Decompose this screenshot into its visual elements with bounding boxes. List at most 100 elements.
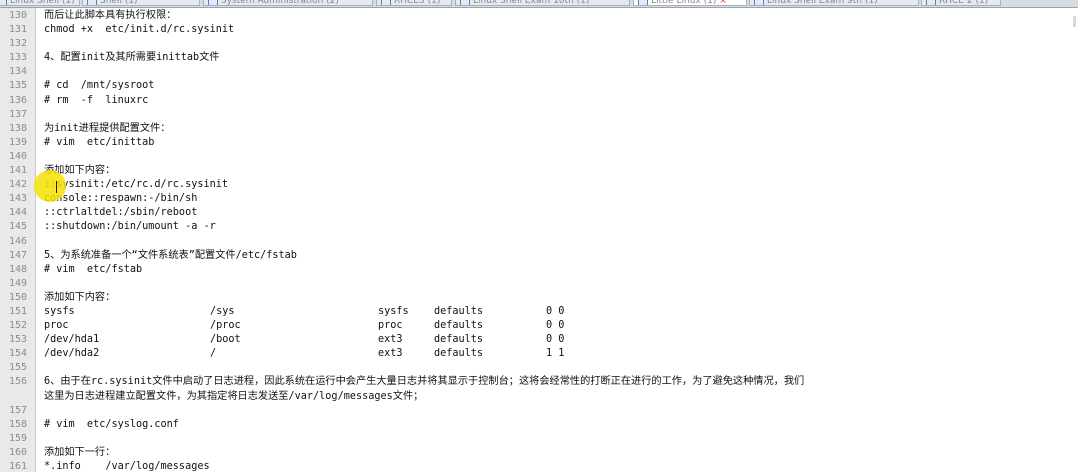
editor-line[interactable]: 144::ctrlaltdel:/sbin/reboot	[0, 206, 1078, 220]
fstab-field: 0 0	[546, 320, 565, 332]
editor-line[interactable]: 159	[0, 432, 1078, 446]
mouse-cursor-highlight	[34, 170, 66, 202]
fstab-field: proc	[44, 320, 69, 332]
editor-line[interactable]: 139 # vim etc/inittab	[0, 136, 1078, 150]
editor-line[interactable]: 148 # vim etc/fstab	[0, 263, 1078, 277]
line-number: 152	[8, 320, 27, 332]
line-number: 136	[8, 94, 27, 106]
fstab-field: /boot	[210, 334, 241, 346]
editor-line[interactable]: 157	[0, 404, 1078, 418]
editor-line[interactable]: 155	[0, 361, 1078, 375]
line-text: 添加如下内容：	[44, 291, 116, 303]
editor-line[interactable]: 152 proc/proc proc defaults 0 0	[0, 319, 1078, 333]
document-icon	[638, 0, 648, 5]
fstab-field: defaults	[434, 305, 484, 317]
line-text: 6、由于在rc.sysinit文件中启动了日志进程，因此系统在运行中会产生大量日…	[44, 376, 805, 388]
editor-line[interactable]: 158 # vim etc/syslog.conf	[0, 418, 1078, 432]
tab-item[interactable]: Shell (1)	[82, 0, 200, 6]
line-number: 137	[8, 108, 27, 120]
editor-line[interactable]: 142::sysinit:/etc/rc.d/rc.sysinit	[0, 178, 1078, 192]
tab-item[interactable]: Linux Shell Exam 9th (1)	[749, 0, 919, 6]
line-text: ::shutdown:/bin/umount -a -r	[44, 221, 216, 233]
tab-label: Linux Shell Exam 9th (1)	[767, 0, 878, 6]
line-text: ::sysinit:/etc/rc.d/rc.sysinit	[44, 179, 229, 191]
tab-label: RHCE5 (1)	[394, 0, 441, 6]
line-text: 添加如下一行：	[44, 446, 116, 458]
line-text: 这里为日志进程建立配置文件，为其指定将日志发送至/var/log/message…	[44, 390, 424, 402]
editor-line[interactable]: 145::shutdown:/bin/umount -a -r	[0, 220, 1078, 234]
line-number: 149	[8, 277, 27, 289]
line-number: 150	[8, 291, 27, 303]
editor-line[interactable]: 135 # cd /mnt/sysroot	[0, 79, 1078, 93]
editor-line[interactable]: 156 6、由于在rc.sysinit文件中启动了日志进程，因此系统在运行中会产生…	[0, 375, 1078, 389]
tab-label: Little Linux (1)	[651, 0, 717, 6]
line-number: 160	[8, 446, 27, 458]
tab-item[interactable]: RHCE 2 (1)	[921, 0, 1001, 6]
line-number: 140	[8, 150, 27, 162]
document-icon	[926, 0, 936, 5]
line-number: 145	[8, 221, 27, 233]
line-number: 133	[8, 52, 27, 64]
tab-label: Shell (1)	[100, 0, 138, 6]
line-text: 4、配置init及其所需要inittab文件	[44, 52, 220, 64]
editor-line[interactable]: 153/dev/hda1/boot ext3 defaults 0 0	[0, 333, 1078, 347]
line-text: 为init进程提供配置文件：	[44, 122, 171, 134]
line-number: 157	[8, 404, 27, 416]
fstab-field: /dev/hda2	[44, 348, 100, 360]
tab-item[interactable]: Linux Shell Exam 10th (1)	[455, 0, 630, 6]
line-text: # vim etc/fstab	[44, 263, 143, 275]
editor-line[interactable]: 154/dev/hda2 / ext3 defaults 1 1	[0, 347, 1078, 361]
editor-line[interactable]: 133 4、配置init及其所需要inittab文件	[0, 51, 1078, 65]
document-icon	[381, 0, 391, 5]
line-number: 143	[8, 193, 27, 205]
line-text: # vim etc/syslog.conf	[44, 418, 179, 430]
tab-item[interactable]: Linux Shell (1)	[0, 0, 80, 6]
line-number: 151	[8, 305, 27, 317]
close-tab-icon[interactable]: ×	[719, 0, 727, 5]
fstab-field: /sys	[210, 305, 235, 317]
text-caret	[56, 181, 57, 193]
editor-line[interactable]: 141 添加如下内容：	[0, 164, 1078, 178]
editor-line[interactable]: 131 chmod +x etc/init.d/rc.sysinit	[0, 23, 1078, 37]
tab-item[interactable]: RHCE5 (1)	[376, 0, 452, 6]
editor-line[interactable]: 143 console::respawn:-/bin/sh	[0, 192, 1078, 206]
tab-item[interactable]: Little Linux (1) ×	[633, 0, 747, 6]
line-number: 141	[8, 165, 27, 177]
editor-line[interactable]: 130 而后让此脚本具有执行权限：	[0, 9, 1078, 23]
fstab-field: sysfs	[378, 305, 409, 317]
editor-line[interactable]: 这里为日志进程建立配置文件，为其指定将日志发送至/var/log/message…	[0, 390, 1078, 404]
editor-line[interactable]: 134	[0, 65, 1078, 79]
fstab-field: defaults	[434, 320, 484, 332]
line-number: 159	[8, 432, 27, 444]
editor-line[interactable]: 132	[0, 37, 1078, 51]
line-number: 139	[8, 136, 27, 148]
line-number: 156	[8, 376, 27, 388]
line-text: # vim etc/inittab	[44, 136, 155, 148]
fstab-field: /dev/hda1	[44, 334, 100, 346]
fstab-field: 0 0	[546, 305, 565, 317]
fstab-field: ext3	[378, 334, 403, 346]
fstab-field: defaults	[434, 334, 484, 346]
editor-line[interactable]: 160 添加如下一行：	[0, 446, 1078, 460]
editor-line[interactable]: 149	[0, 277, 1078, 291]
tab-label: RHCE 2 (1)	[939, 0, 989, 6]
editor-line[interactable]: 140	[0, 150, 1078, 164]
editor-line[interactable]: 147 5、为系统准备一个“文件系统表”配置文件/etc/fstab	[0, 249, 1078, 263]
tab-item[interactable]: System Administration (2)	[203, 0, 373, 6]
editor-line[interactable]: 146	[0, 235, 1078, 249]
editor-line[interactable]: 137	[0, 108, 1078, 122]
editor-line[interactable]: 151 sysfs/sys sysfs defaults 0 0	[0, 305, 1078, 319]
editor-line[interactable]: 136 # rm -f linuxrc	[0, 94, 1078, 108]
tab-bar: Linux Shell (1) Shell (1) System Administr…	[0, 0, 1078, 8]
editor-line[interactable]: 150 添加如下内容：	[0, 291, 1078, 305]
line-number: 146	[8, 235, 27, 247]
fstab-field: proc	[378, 320, 403, 332]
editor-line[interactable]: 138 为init进程提供配置文件：	[0, 122, 1078, 136]
overview-ruler-mark	[1073, 16, 1076, 27]
line-number: 138	[8, 122, 27, 134]
fstab-field: /	[210, 348, 217, 360]
line-text: ::ctrlaltdel:/sbin/reboot	[44, 207, 198, 219]
editor[interactable]: 130 而后让此脚本具有执行权限： 131 chmod +x etc/init.d/r…	[0, 8, 1078, 472]
line-number: 154	[8, 348, 27, 360]
line-text: chmod +x etc/init.d/rc.sysinit	[44, 24, 235, 36]
